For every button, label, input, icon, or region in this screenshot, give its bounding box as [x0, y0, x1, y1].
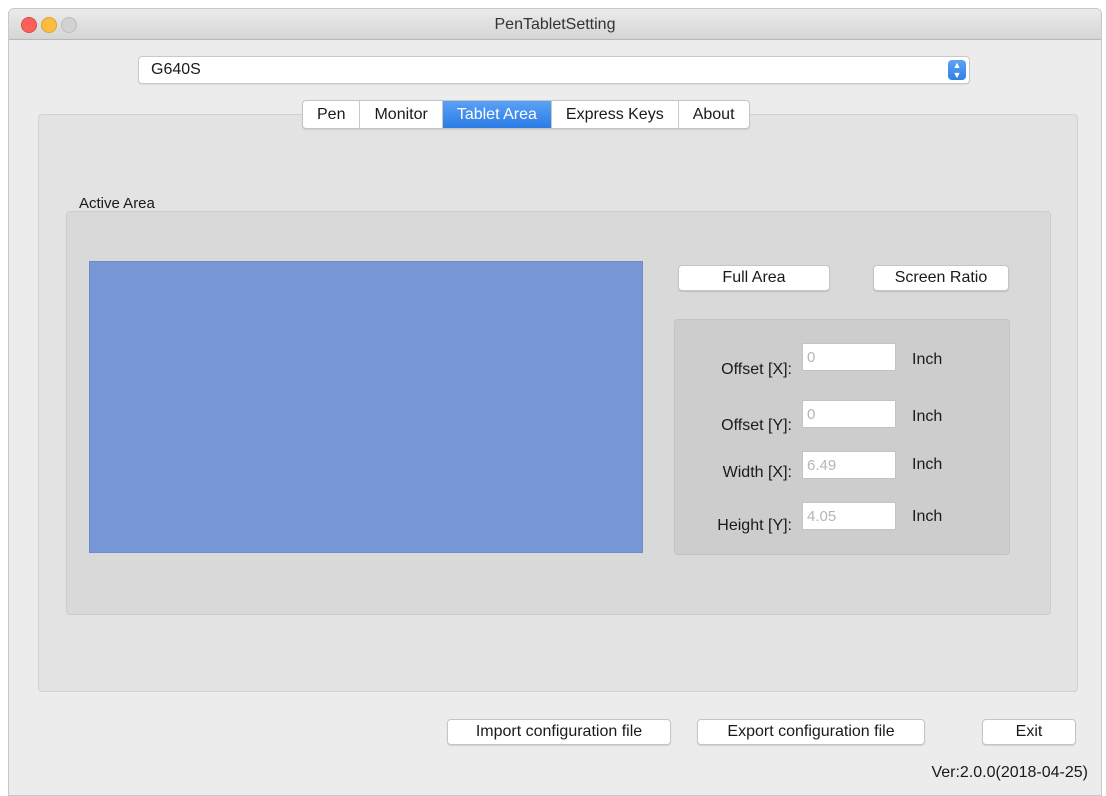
width-x-label: Width [X]: [722, 464, 792, 481]
offset-y-unit: Inch [912, 408, 943, 425]
active-area-group-label: Active Area [79, 195, 155, 212]
exit-button[interactable]: Exit [982, 719, 1076, 745]
tab-pen[interactable]: Pen [303, 101, 361, 128]
width-x-unit: Inch [912, 456, 943, 473]
tab-express-keys[interactable]: Express Keys [552, 101, 679, 128]
title-bar: PenTabletSetting [9, 9, 1101, 40]
offset-x-unit: Inch [912, 351, 943, 368]
offset-y-input[interactable]: 0 [802, 400, 896, 428]
window-title: PenTabletSetting [494, 16, 616, 33]
tab-about[interactable]: About [679, 101, 749, 128]
height-y-input[interactable]: 4.05 [802, 502, 896, 530]
offset-y-label: Offset [Y]: [721, 417, 792, 434]
import-config-button[interactable]: Import configuration file [447, 719, 671, 745]
device-select[interactable]: G640S ▲ ▼ [138, 56, 970, 84]
tablet-area-preview[interactable] [89, 261, 643, 553]
offset-x-input[interactable]: 0 [802, 343, 896, 371]
full-area-button[interactable]: Full Area [678, 265, 830, 291]
device-select-value: G640S [151, 61, 201, 78]
tab-monitor[interactable]: Monitor [360, 101, 443, 128]
height-y-unit: Inch [912, 508, 943, 525]
screen-ratio-button[interactable]: Screen Ratio [873, 265, 1009, 291]
chevron-up-down-icon: ▲ ▼ [948, 60, 966, 80]
tab-tablet-area[interactable]: Tablet Area [442, 101, 552, 128]
height-y-label: Height [Y]: [717, 517, 792, 534]
offset-x-label: Offset [X]: [721, 361, 792, 378]
width-x-input[interactable]: 6.49 [802, 451, 896, 479]
version-label: Ver:2.0.0(2018-04-25) [931, 764, 1088, 781]
export-config-button[interactable]: Export configuration file [697, 719, 925, 745]
tab-bar: Pen Monitor Tablet Area Express Keys Abo… [302, 100, 750, 129]
